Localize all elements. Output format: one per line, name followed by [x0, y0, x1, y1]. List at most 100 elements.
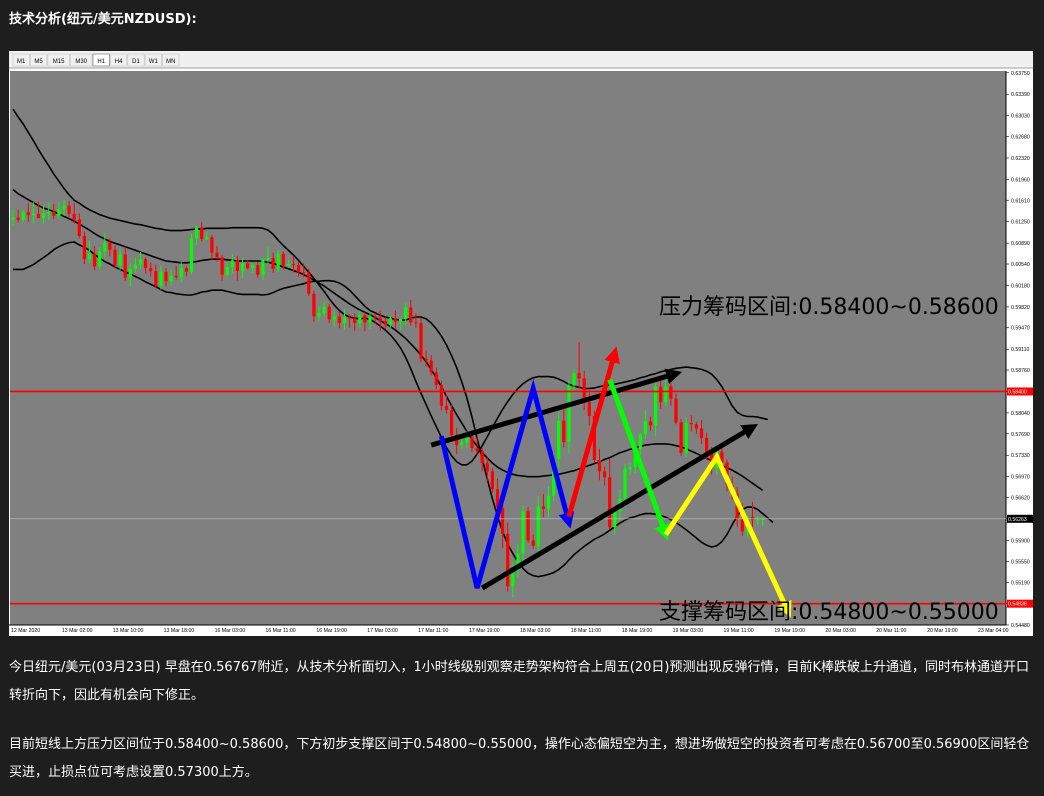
candle-body	[317, 312, 321, 317]
timeframe-button-m1[interactable]: M1	[12, 53, 30, 67]
candle-body	[664, 386, 668, 403]
time-tick-label: 19 Mar 03:00	[673, 628, 704, 634]
candle-body	[144, 259, 148, 269]
support-zone-label: 支撑筹码区间:0.54800~0.55000	[659, 600, 999, 625]
candle-body	[439, 384, 443, 406]
candle-body	[424, 358, 428, 361]
time-tick-label: 20 Mar 03:00	[825, 628, 856, 634]
candle-body	[694, 424, 698, 429]
candle-body	[31, 213, 35, 216]
candle-body	[587, 402, 591, 416]
time-tick-label: 16 Mar 19:00	[316, 628, 347, 634]
candle-body	[750, 517, 755, 520]
candle-body	[169, 275, 173, 282]
candle-body	[312, 293, 316, 317]
candle-body	[450, 409, 454, 435]
candle-body	[215, 252, 219, 258]
candle-body	[189, 238, 194, 272]
candle-body	[353, 318, 357, 323]
candle-body	[536, 506, 540, 546]
candle-body	[756, 519, 760, 521]
analysis-paragraph-1: 今日纽元/美元(03月23日) 早盘在0.56767附近，从技术分析面切入，1小…	[9, 660, 1029, 703]
candle-body	[11, 217, 15, 220]
candle-body	[246, 263, 250, 269]
candle-body	[179, 268, 183, 278]
candle-body	[761, 518, 765, 520]
price-chart-panel: M1 M5 M15 M30 H1 H4 D1 W1 MN 0.63750 0.63390 0.6303…	[9, 51, 1033, 636]
price-tick-label: 0.55190	[1011, 581, 1030, 587]
candle-body	[546, 495, 551, 509]
time-tick-label: 13 Mar 10:00	[113, 628, 144, 634]
candle-body	[444, 405, 449, 410]
candle-body	[531, 540, 535, 546]
price-tick-label: 0.56620	[1011, 496, 1030, 502]
price-tick-label: 0.61610	[1011, 198, 1030, 204]
timeframe-button-m15[interactable]: M15	[47, 53, 70, 67]
candle-body	[699, 428, 704, 438]
timeframe-button-m5[interactable]: M5	[30, 53, 48, 67]
timeframe-button-w1[interactable]: W1	[144, 53, 162, 67]
candle-body	[62, 205, 66, 210]
candle-body	[118, 254, 122, 266]
candle-body	[490, 471, 494, 490]
candle-body	[383, 321, 387, 325]
candle-body	[521, 511, 525, 554]
price-tick-label: 0.60890	[1011, 241, 1030, 247]
price-tick-label: 0.61960	[1011, 177, 1030, 183]
candle-body	[210, 237, 214, 253]
candle-body	[603, 471, 607, 478]
candle-body	[414, 322, 418, 324]
price-tick-label: 0.56970	[1011, 475, 1030, 481]
candle-body	[21, 212, 25, 220]
candle-body	[506, 533, 510, 587]
candle-body	[348, 317, 352, 319]
price-tick-label: 0.59820	[1011, 305, 1030, 311]
candle-body	[643, 421, 647, 435]
price-tick-label: 0.61250	[1011, 220, 1030, 226]
candle-body	[608, 477, 612, 528]
candle-body	[557, 420, 561, 459]
candle-body	[434, 372, 438, 385]
candle-body	[465, 437, 469, 443]
candle-body	[98, 251, 102, 267]
price-tick-label: 0.57690	[1011, 432, 1030, 438]
candle-body	[276, 253, 280, 269]
candle-body	[419, 322, 423, 359]
candle-body	[256, 265, 260, 275]
candle-body	[184, 268, 188, 272]
candle-body	[220, 257, 224, 275]
candle-body	[230, 260, 234, 267]
candle-body	[307, 272, 311, 294]
time-tick-label: 13 Mar 02:00	[62, 628, 93, 634]
candle-body	[205, 237, 209, 239]
timeframe-button-d1[interactable]: D1	[127, 53, 145, 67]
price-tick-label: 0.55550	[1011, 559, 1030, 565]
candle-body	[261, 259, 265, 275]
candle-body	[332, 316, 336, 320]
candle-body	[154, 271, 158, 286]
candle-body	[164, 271, 168, 282]
timeframe-button-h4[interactable]: H4	[110, 53, 128, 67]
candle-body	[740, 518, 744, 532]
horizontal-level-label: 0.54838	[1008, 602, 1027, 608]
timeframe-button-label: M30	[75, 59, 87, 65]
candle-body	[174, 275, 178, 278]
time-tick-label: 18 Mar 03:00	[520, 628, 551, 634]
candle-body	[613, 511, 617, 528]
candle-body	[195, 227, 199, 239]
timeframe-button-m30[interactable]: M30	[70, 53, 93, 67]
candle-body	[429, 360, 433, 373]
candle-body	[16, 217, 20, 220]
candle-body	[93, 253, 97, 267]
candle-body	[72, 213, 76, 220]
time-tick-label: 19 Mar 11:00	[724, 628, 754, 634]
candle-body	[159, 271, 163, 286]
candle-body	[82, 236, 86, 260]
timeframe-button-label: H4	[115, 59, 123, 65]
timeframe-button-h1[interactable]: H1	[92, 53, 110, 67]
timeframe-button-mn[interactable]: MN	[162, 53, 180, 67]
timeframe-button-label: W1	[149, 59, 159, 65]
candle-body	[128, 268, 132, 278]
price-tick-label: 0.63390	[1011, 92, 1030, 98]
candle-body	[281, 253, 285, 266]
